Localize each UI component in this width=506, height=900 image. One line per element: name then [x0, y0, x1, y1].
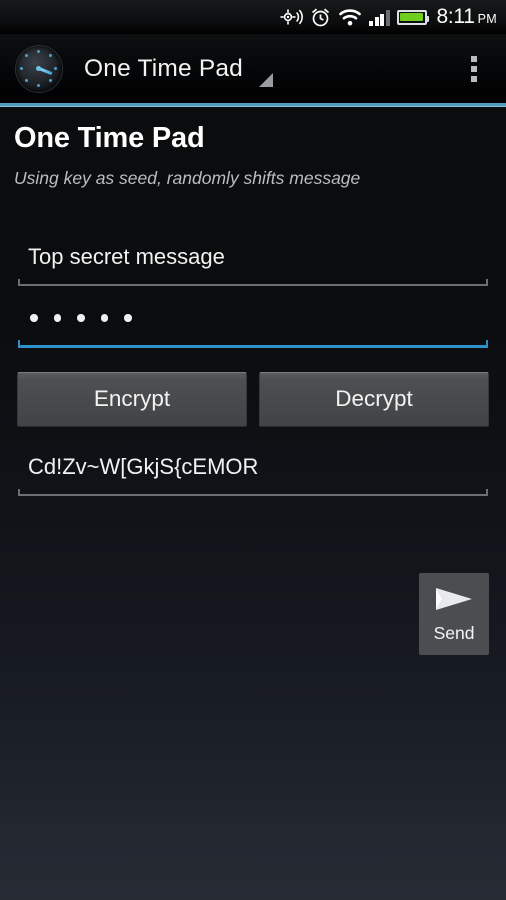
alarm-icon — [310, 7, 331, 28]
message-input[interactable]: Top secret message — [18, 242, 488, 286]
wifi-icon — [338, 8, 362, 27]
signal-icon — [369, 9, 390, 26]
overflow-menu-icon[interactable] — [463, 50, 485, 88]
send-paper-plane-icon — [433, 584, 475, 619]
battery-icon — [396, 9, 429, 25]
output-field[interactable]: Cd!Zv~W[GkjS{cEMOR — [18, 452, 488, 496]
key-input[interactable] — [18, 303, 488, 348]
main-content: One Time Pad Using key as seed, randomly… — [0, 106, 506, 655]
message-input-value: Top secret message — [28, 244, 225, 269]
clock-ampm: PM — [477, 12, 497, 26]
message-input-underline — [18, 279, 488, 286]
encrypt-button[interactable]: Encrypt — [17, 371, 247, 427]
compass-gauge-icon — [16, 45, 62, 92]
output-field-underline — [18, 488, 488, 496]
key-input-underline-focused — [18, 340, 488, 348]
action-bar-title: One Time Pad — [84, 54, 244, 82]
decrypt-button[interactable]: Decrypt — [259, 371, 489, 427]
page-title: One Time Pad — [14, 122, 205, 154]
gps-icon — [279, 7, 303, 27]
send-button[interactable]: Send — [419, 573, 489, 655]
phone-screen: 8:11 PM One Time Pad One Time Pad Using k… — [0, 0, 506, 900]
action-bar: One Time Pad — [0, 34, 506, 103]
action-button-row: Encrypt Decrypt — [17, 371, 489, 427]
status-clock: 8:11 PM — [436, 5, 497, 28]
page-subtitle: Using key as seed, randomly shifts messa… — [14, 168, 361, 188]
status-bar: 8:11 PM — [0, 0, 506, 34]
dropdown-triangle-icon[interactable] — [259, 72, 274, 87]
key-input-masked-value — [18, 303, 488, 333]
output-text-value: Cd!Zv~W[GkjS{cEMOR — [28, 453, 259, 479]
send-button-label: Send — [433, 623, 475, 643]
